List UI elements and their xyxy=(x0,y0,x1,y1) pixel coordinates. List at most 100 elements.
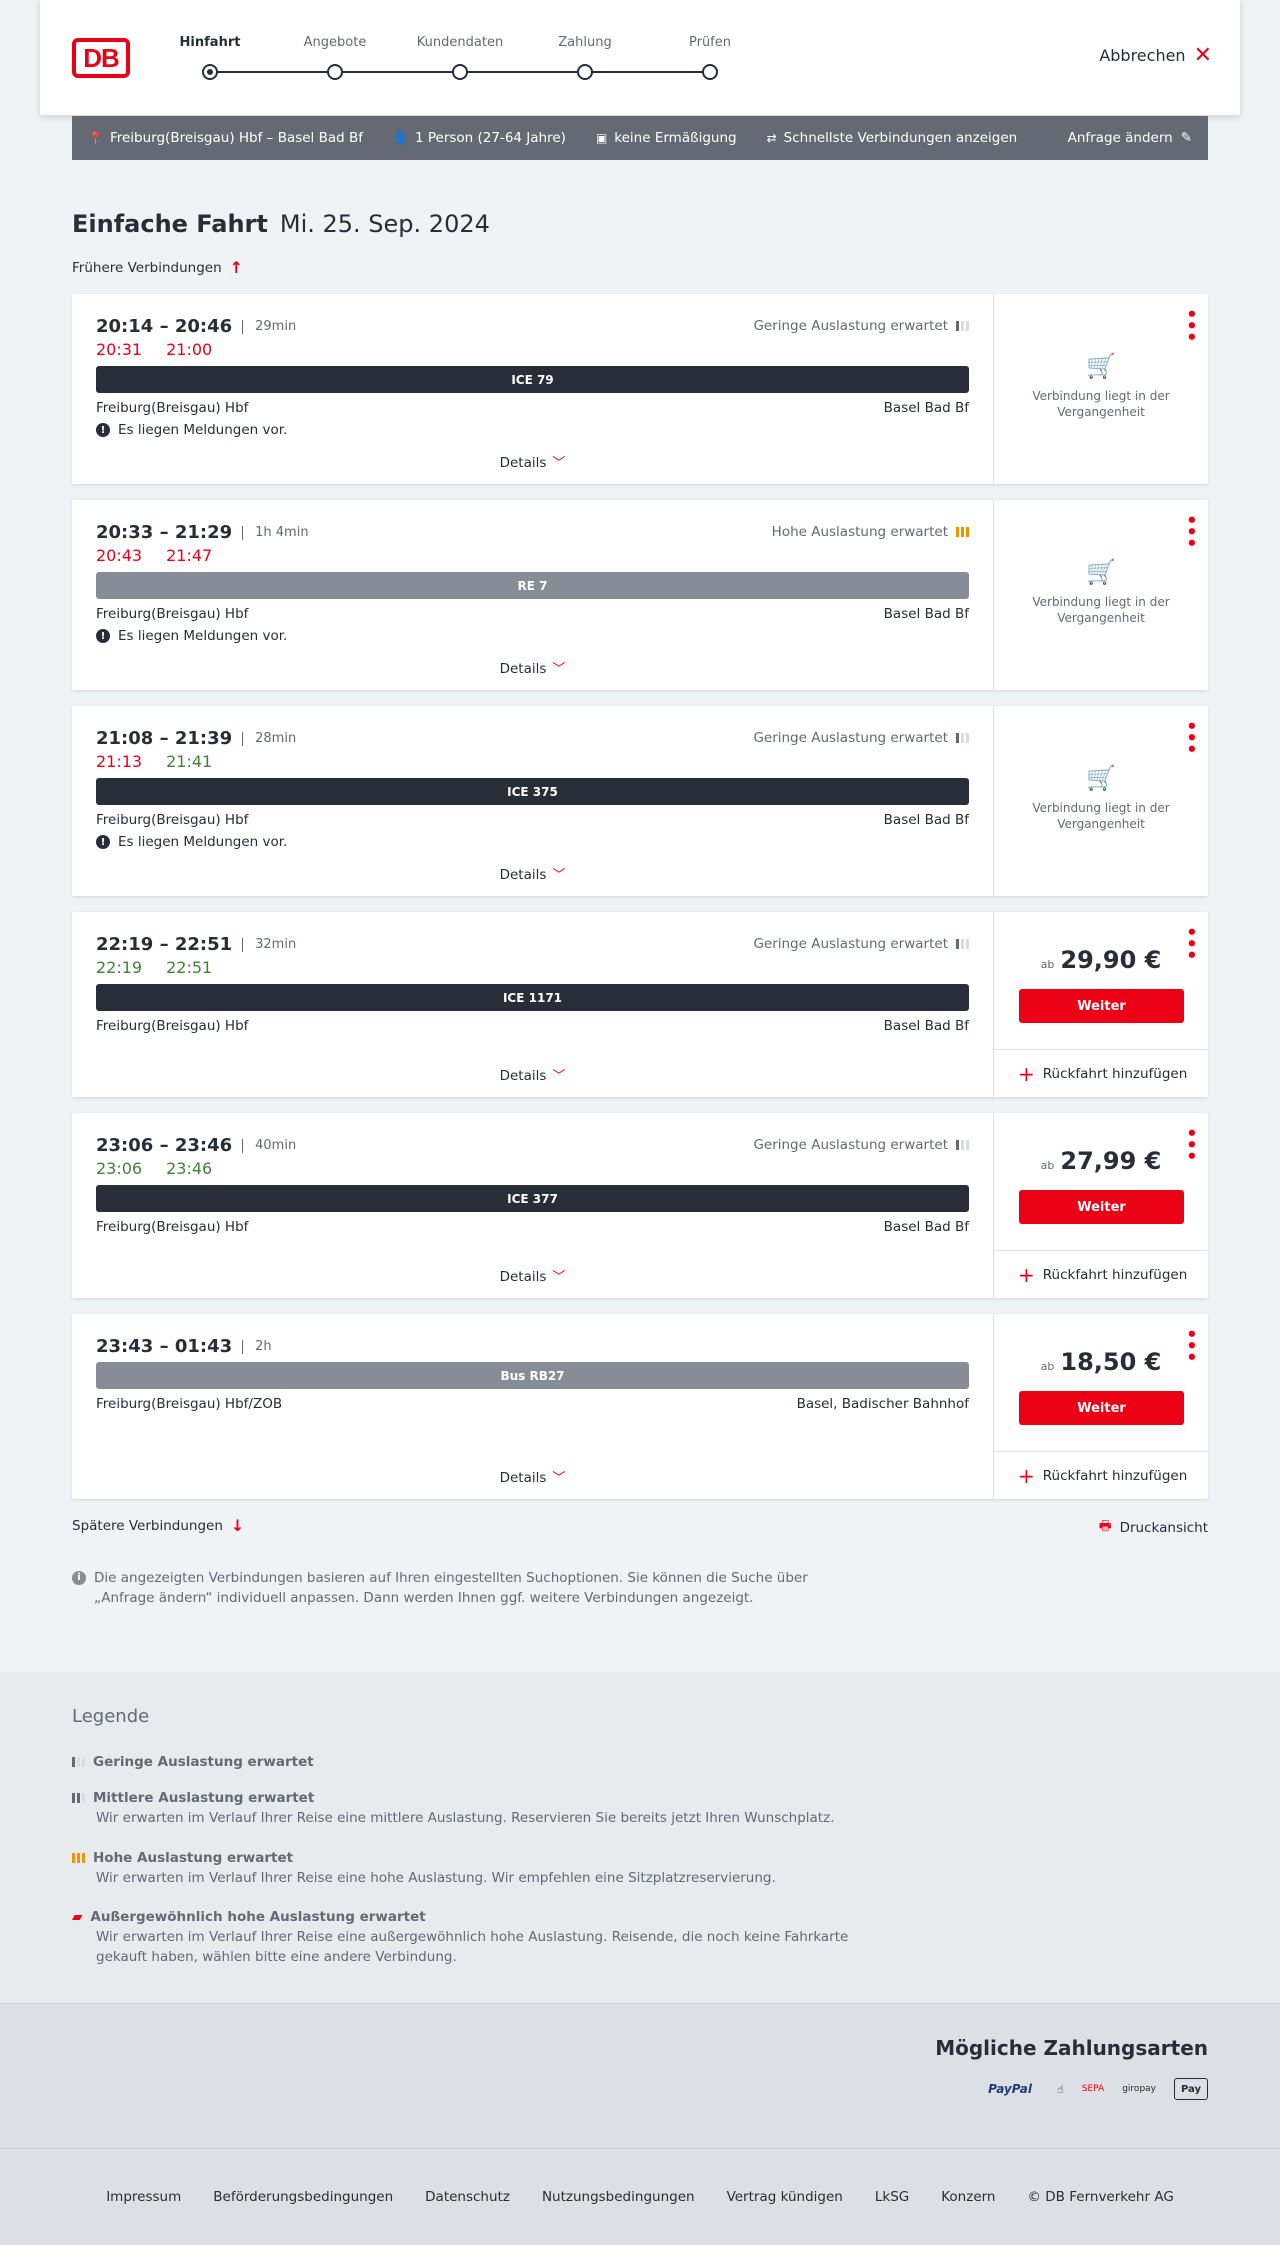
footer-link-lksg[interactable]: LkSG xyxy=(875,2189,909,2205)
departure-station: Freiburg(Breisgau) Hbf xyxy=(96,606,249,622)
cart-disabled-icon: 🛒 xyxy=(1086,764,1116,792)
details-toggle[interactable]: Details ﹀ xyxy=(72,1065,993,1084)
details-toggle[interactable]: Details ﹀ xyxy=(72,864,993,883)
arrow-up-icon: ↑ xyxy=(229,258,244,277)
occupancy-info[interactable]: Geringe Auslastung erwartet xyxy=(753,1137,969,1153)
footer-link-datenschutz[interactable]: Datenschutz xyxy=(425,2189,510,2205)
departure-station: Freiburg(Breisgau) Hbf xyxy=(96,812,249,828)
occupancy-info[interactable]: Geringe Auslastung erwartet xyxy=(753,936,969,952)
step-dot xyxy=(327,64,343,80)
footer-link-kuendigen[interactable]: Vertrag kündigen xyxy=(727,2189,843,2205)
price-prefix: ab xyxy=(1040,1360,1055,1373)
occupancy-info[interactable]: Hohe Auslastung erwartet xyxy=(772,524,969,540)
footer-link-impressum[interactable]: Impressum xyxy=(106,2189,181,2205)
connection-times: 21:08 – 21:39 28min xyxy=(96,728,296,749)
price-value: 27,99 € xyxy=(1060,1147,1162,1175)
weiter-button[interactable]: Weiter xyxy=(1019,1190,1184,1224)
alert-icon: ! xyxy=(96,423,110,437)
occupancy-info[interactable]: Geringe Auslastung erwartet xyxy=(753,318,969,334)
occupancy-info[interactable]: Geringe Auslastung erwartet xyxy=(753,730,969,746)
train-bar[interactable]: ICE 377 xyxy=(96,1185,969,1212)
later-connections-link[interactable]: Spätere Verbindungen ↓ xyxy=(72,1516,244,1535)
step-hinfahrt: Hinfahrt xyxy=(179,35,241,50)
sepa-icon: SEPA xyxy=(1081,2084,1105,2094)
legend-item: Mittlere Auslastung erwartet Wir erwarte… xyxy=(72,1788,872,1828)
connection-card: 21:08 – 21:39 28min 21:13 21:41 Geringe Au… xyxy=(72,706,1208,896)
print-view-link[interactable]: 🖶 Druckansicht xyxy=(1099,1516,1208,1539)
details-label: Details xyxy=(499,867,547,883)
details-label: Details xyxy=(499,661,547,677)
more-options-icon[interactable]: ••• xyxy=(1180,308,1201,343)
legend-title: Legende xyxy=(72,1706,150,1727)
price: ab 18,50 € xyxy=(994,1348,1208,1376)
realtime-departure: 20:43 xyxy=(96,546,143,565)
arrival-station: Basel Bad Bf xyxy=(883,812,969,828)
add-return-label: Rückfahrt hinzufügen xyxy=(1042,1065,1188,1082)
cart-disabled-icon: 🛒 xyxy=(1086,352,1116,380)
info-icon: i xyxy=(72,1571,86,1585)
train-bar[interactable]: ICE 1171 xyxy=(96,984,969,1011)
price-value: 18,50 € xyxy=(1060,1348,1162,1376)
pencil-icon: ✎ xyxy=(1180,130,1192,146)
add-return-button[interactable]: + Rückfahrt hinzufügen xyxy=(994,1250,1208,1298)
connection-card: 22:19 – 22:51 32min 22:19 22:51 Geringe Au… xyxy=(72,912,1208,1097)
notice: ! Es liegen Meldungen vor. xyxy=(96,834,287,850)
realtime-times: 23:06 23:46 xyxy=(96,1159,212,1178)
details-toggle[interactable]: Details ﹀ xyxy=(72,1467,993,1486)
footer-link-nutzung[interactable]: Nutzungsbedingungen xyxy=(542,2189,695,2205)
applepay-logo: Pay xyxy=(1174,2078,1208,2100)
chevron-down-icon: ﹀ xyxy=(552,868,566,883)
weiter-button[interactable]: Weiter xyxy=(1019,1391,1184,1425)
add-return-label: Rückfahrt hinzufügen xyxy=(1042,1467,1188,1484)
earlier-connections-link[interactable]: Frühere Verbindungen ↑ xyxy=(72,258,243,277)
details-toggle[interactable]: Details ﹀ xyxy=(72,658,993,677)
step-dot-active xyxy=(202,64,218,80)
route-text: Freiburg(Breisgau) Hbf – Basel Bad Bf xyxy=(109,130,364,146)
footer-link-befoerderung[interactable]: Beförderungsbedingungen xyxy=(213,2189,393,2205)
realtime-departure: 23:06 xyxy=(96,1159,143,1178)
more-options-icon[interactable]: ••• xyxy=(1180,514,1201,549)
arrow-down-icon: ↓ xyxy=(230,1516,245,1535)
db-logo[interactable]: DB xyxy=(72,38,130,78)
cancel-button[interactable]: Abbrechen ✕ xyxy=(1099,44,1212,66)
occupancy-label: Hohe Auslastung erwartet xyxy=(771,524,948,540)
chevron-down-icon: ﹀ xyxy=(552,1471,566,1486)
details-toggle[interactable]: Details ﹀ xyxy=(72,452,993,471)
duration: 40min xyxy=(242,1138,296,1153)
add-return-button[interactable]: + Rückfahrt hinzufügen xyxy=(994,1049,1208,1097)
train-bar[interactable]: RE 7 xyxy=(96,572,969,599)
search-info-note: i Die angezeigten Verbindungen basieren a… xyxy=(72,1568,852,1608)
connection-times: 20:14 – 20:46 29min xyxy=(96,316,296,337)
connection-card: 23:06 – 23:46 40min 23:06 23:46 Geringe Au… xyxy=(72,1113,1208,1298)
train-bar[interactable]: Bus RB27 xyxy=(96,1362,969,1389)
connection-times: 20:33 – 21:29 1h 4min xyxy=(96,522,309,543)
realtime-arrival: 23:46 xyxy=(166,1159,213,1178)
edit-request-button[interactable]: Anfrage ändern ✎ xyxy=(1068,130,1192,146)
step-dot xyxy=(452,64,468,80)
plus-icon: + xyxy=(1018,1061,1035,1086)
page-header: DB Hinfahrt Angebote Kundendaten Zahlung… xyxy=(40,0,1240,115)
weiter-button[interactable]: Weiter xyxy=(1019,989,1184,1023)
connection-card: 20:33 – 21:29 1h 4min 20:43 21:47 Hohe Aus… xyxy=(72,500,1208,690)
chevron-down-icon: ﹀ xyxy=(552,1069,566,1084)
details-toggle[interactable]: Details ﹀ xyxy=(72,1266,993,1285)
add-return-button[interactable]: + Rückfahrt hinzufügen xyxy=(994,1451,1208,1499)
departure-station: Freiburg(Breisgau) Hbf xyxy=(96,1018,249,1034)
legend-item-title: Mittlere Auslastung erwartet xyxy=(93,1790,315,1806)
footer-link-konzern[interactable]: Konzern xyxy=(941,2189,995,2205)
past-connection-info: 🛒 Verbindung liegt in der Vergangenheit xyxy=(994,560,1208,626)
departure-station: Freiburg(Breisgau) Hbf/ZOB xyxy=(96,1396,283,1412)
printer-icon: 🖶 xyxy=(1098,1518,1112,1534)
alert-icon: ! xyxy=(96,629,110,643)
payment-title: Mögliche Zahlungsarten xyxy=(935,2036,1208,2060)
print-label: Druckansicht xyxy=(1119,1519,1208,1536)
arrival-station: Basel Bad Bf xyxy=(883,606,969,622)
cancel-label: Abbrechen xyxy=(1099,46,1186,65)
realtime-arrival: 22:51 xyxy=(166,958,213,977)
duration: 32min xyxy=(242,937,296,952)
train-bar[interactable]: ICE 79 xyxy=(96,366,969,393)
more-options-icon[interactable]: ••• xyxy=(1180,720,1201,755)
credit-card-icon: ☝ xyxy=(1057,2082,1064,2096)
train-bar[interactable]: ICE 375 xyxy=(96,778,969,805)
legend-item-title: Hohe Auslastung erwartet xyxy=(93,1850,294,1866)
